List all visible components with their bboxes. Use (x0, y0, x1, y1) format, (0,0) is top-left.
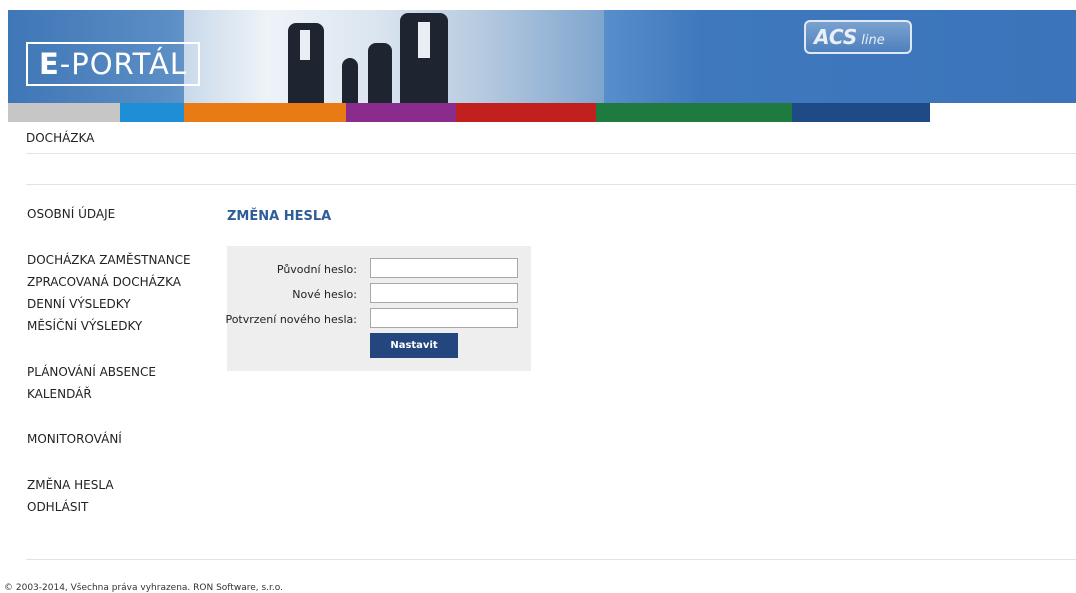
sidebar-item-planovani-absence[interactable]: PLÁNOVÁNÍ ABSENCE (27, 365, 156, 379)
sidebar-item-kalendar[interactable]: KALENDÁŘ (27, 387, 92, 401)
sidebar-item-odhlasit[interactable]: ODHLÁSIT (27, 500, 88, 514)
person-figure (342, 58, 358, 103)
sidebar-item-mesicni-vysledky[interactable]: MĚSÍČNÍ VÝSLEDKY (27, 319, 142, 333)
old-password-label: Původní heslo: (276, 263, 357, 276)
logo-text: -PORTÁL (59, 47, 188, 81)
color-stripe-blue (120, 103, 184, 122)
sidebar-item-zpracovana-dochazka[interactable]: ZPRACOVANÁ DOCHÁZKA (27, 275, 181, 289)
color-stripe-gray (8, 103, 120, 122)
e-portal-logo[interactable]: E -PORTÁL (26, 42, 200, 86)
confirm-password-input[interactable] (370, 308, 518, 328)
old-password-input[interactable] (370, 258, 518, 278)
sidebar-item-zmena-hesla[interactable]: ZMĚNA HESLA (27, 478, 114, 492)
sidebar-item-monitorovani[interactable]: MONITOROVÁNÍ (27, 432, 122, 446)
color-stripe-red (456, 103, 596, 122)
person-shirt (418, 22, 430, 58)
sidebar-item-dochazka-zamestnance[interactable]: DOCHÁZKA ZAMĚSTNANCE (27, 253, 191, 267)
acs-logo-sub: line (861, 32, 885, 48)
sidebar-item-denni-vysledky[interactable]: DENNÍ VÝSLEDKY (27, 297, 131, 311)
color-stripe-navy (792, 103, 930, 122)
acs-line-logo: ACS line (804, 20, 912, 54)
logo-letter: E (38, 47, 60, 81)
new-password-label: Nové heslo: (292, 288, 357, 301)
divider (26, 153, 1076, 154)
footer-divider (26, 559, 1076, 560)
person-shirt (300, 30, 310, 60)
acs-logo-text: ACS (814, 25, 858, 49)
new-password-input[interactable] (370, 283, 518, 303)
set-password-button[interactable]: Nastavit (370, 333, 458, 358)
banner-photo (184, 10, 604, 103)
sidebar-item-osobni-udaje[interactable]: OSOBNÍ ÚDAJE (27, 207, 115, 221)
confirm-password-label: Potvrzení nového hesla: (225, 313, 357, 326)
person-figure (368, 43, 392, 103)
change-password-form: Původní heslo: Nové heslo: Potvrzení nov… (225, 246, 531, 371)
page-title: ZMĚNA HESLA (227, 209, 332, 224)
topnav-dochazka[interactable]: DOCHÁZKA (26, 131, 94, 145)
divider (26, 184, 1076, 185)
color-stripe-green (596, 103, 792, 122)
color-stripe-orange (184, 103, 346, 122)
color-stripe-purple (346, 103, 456, 122)
header-banner: E -PORTÁL ACS line (8, 10, 1076, 122)
